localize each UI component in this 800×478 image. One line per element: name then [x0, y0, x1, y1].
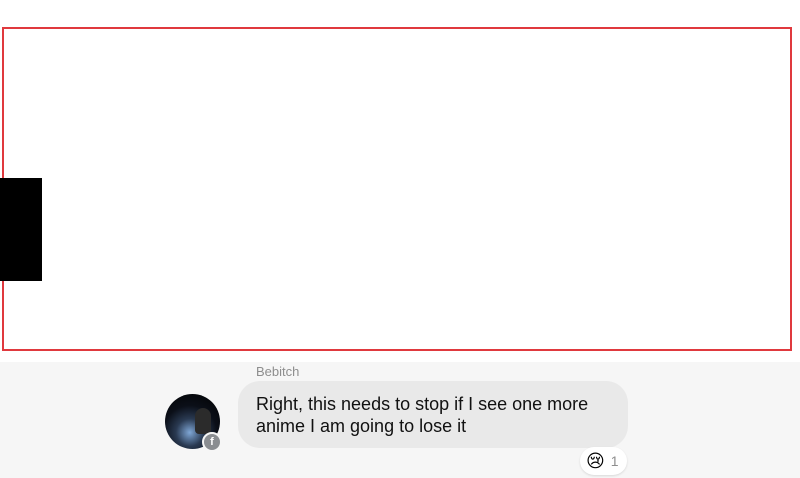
facebook-icon: f	[202, 432, 222, 452]
message-bubble[interactable]: Right, this needs to stop if I see one m…	[238, 381, 628, 448]
crying-face-icon: 😢	[586, 451, 605, 471]
reaction-count: 1	[610, 453, 619, 469]
reaction-pill[interactable]: 😢 1	[580, 447, 627, 475]
black-block	[0, 178, 42, 281]
sender-name: Bebitch	[256, 364, 300, 379]
message-text: Right, this needs to stop if I see one m…	[256, 394, 589, 436]
avatar-figure	[195, 408, 211, 434]
highlight-frame	[2, 27, 792, 351]
